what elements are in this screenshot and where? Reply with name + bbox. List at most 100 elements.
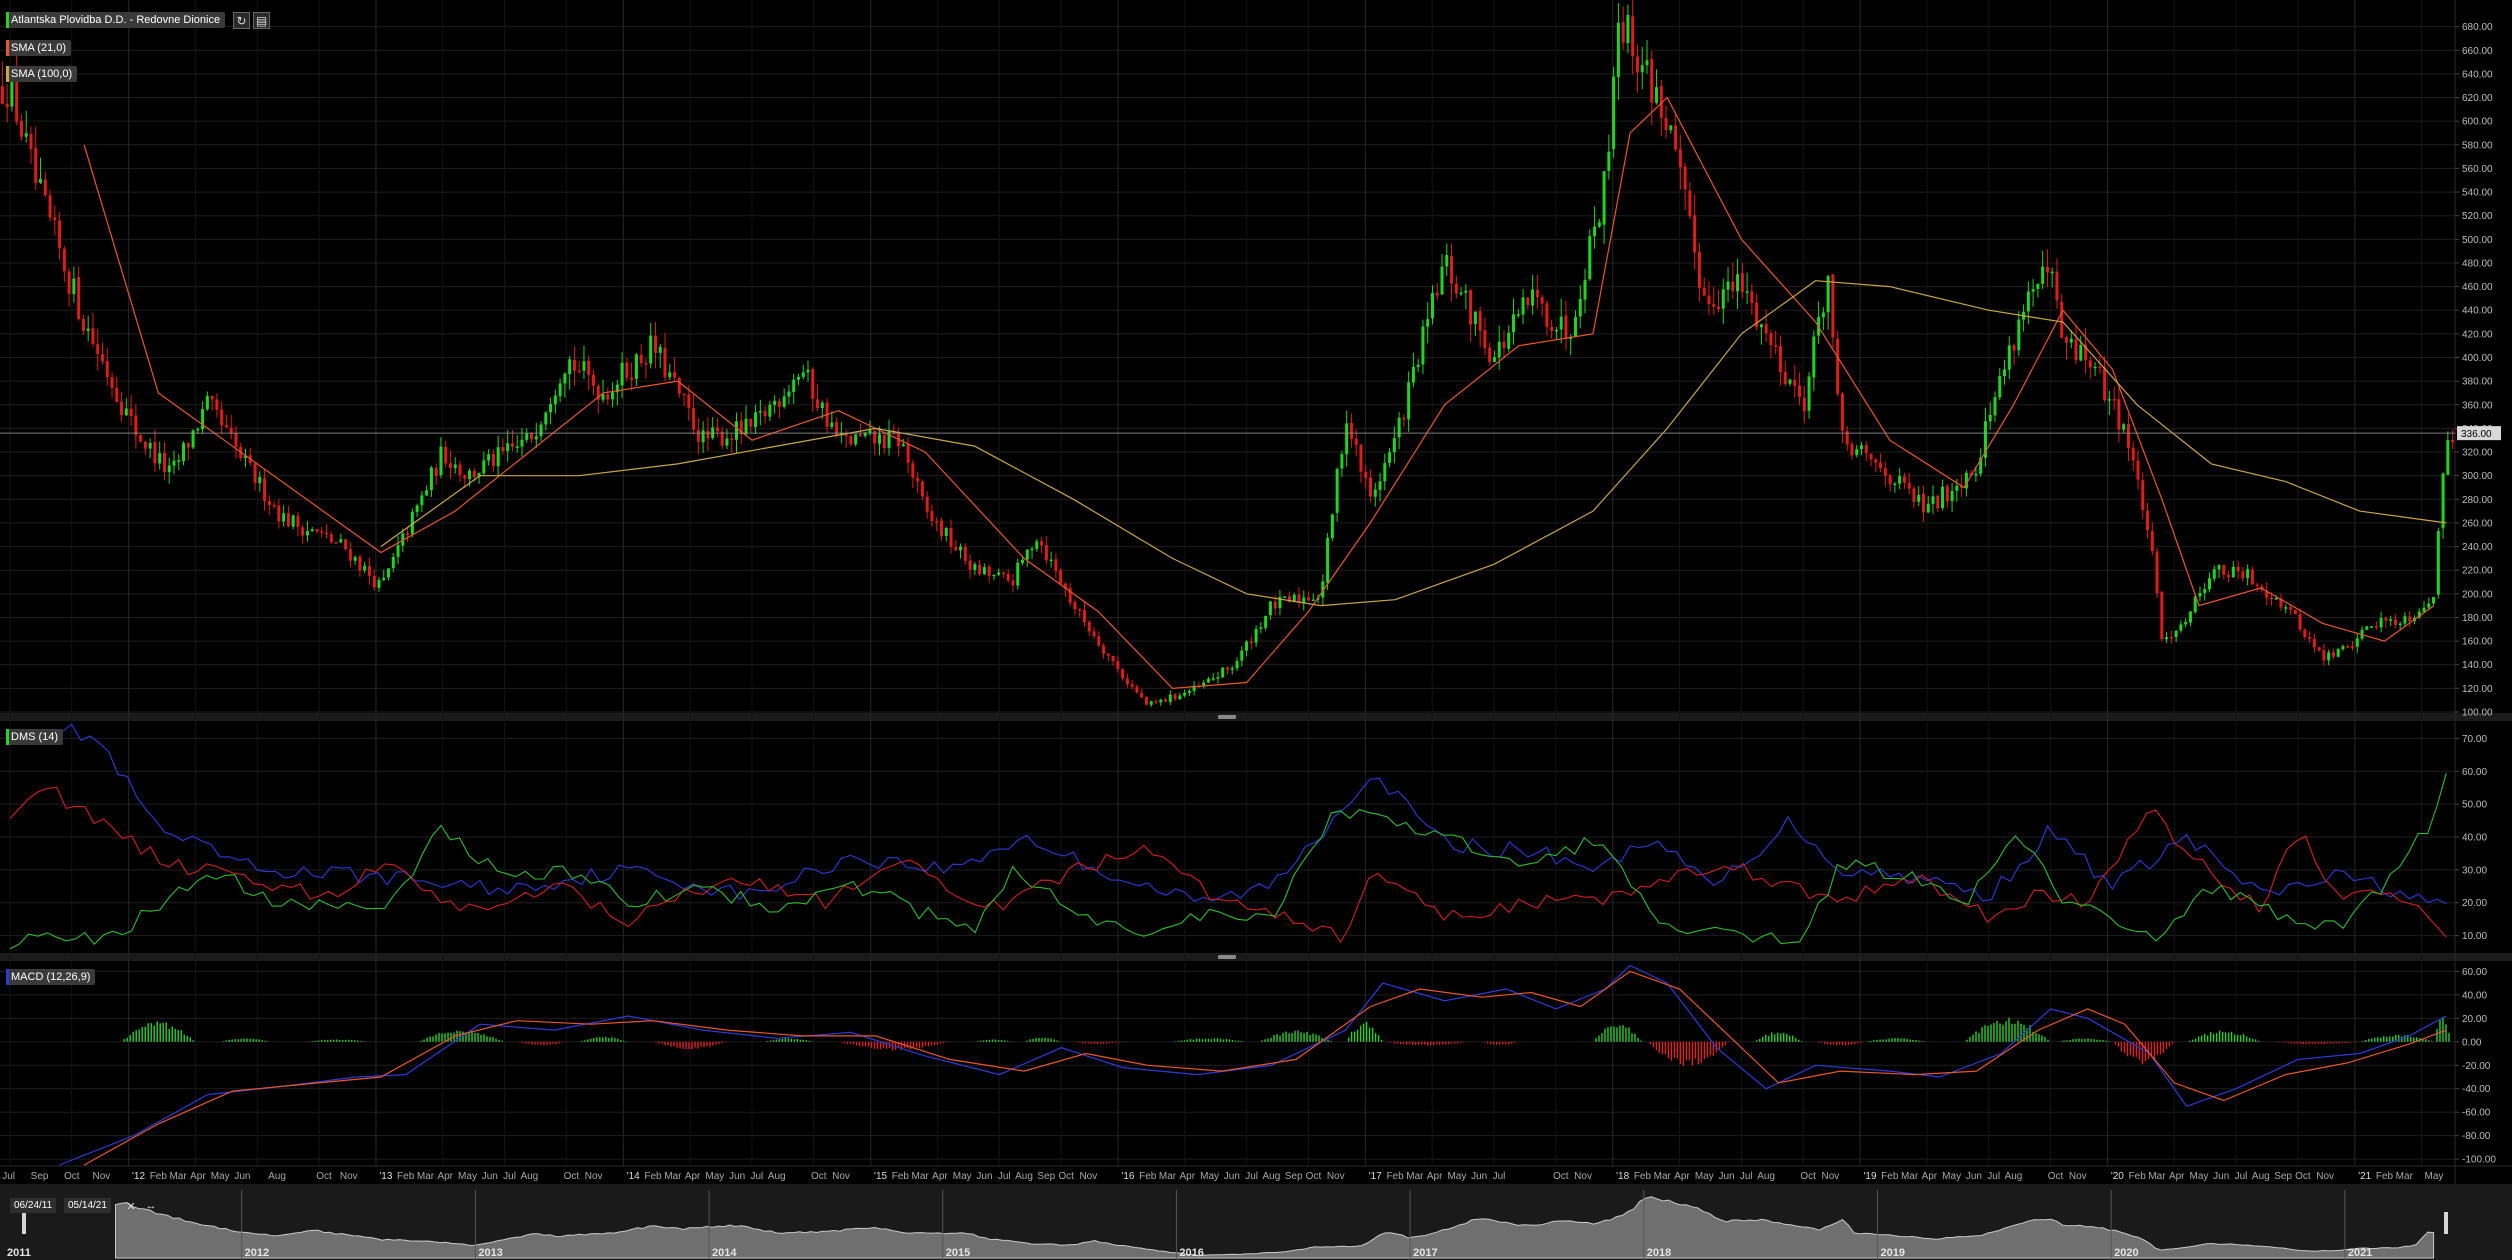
candle-body (272, 504, 276, 507)
candle-body (396, 545, 400, 557)
candle-body (1721, 289, 1725, 309)
candle-body (634, 354, 638, 379)
candle-body (1745, 291, 1749, 293)
candle-body (448, 463, 452, 468)
candle-body (1492, 357, 1496, 362)
y-tick-label: 480.00 (2462, 258, 2493, 269)
candle-body (811, 369, 815, 399)
candle-body (1531, 289, 1535, 306)
candle-body (2346, 646, 2350, 648)
candle-body (735, 421, 738, 440)
y-tick-label: 0.00 (2462, 1037, 2482, 1048)
candle-body (1736, 274, 1740, 292)
candle-body (582, 361, 586, 371)
candle-body (305, 531, 309, 536)
candle-body (1416, 364, 1420, 367)
candle-body (692, 408, 696, 430)
navigator-year-label: 2014 (712, 1247, 737, 1259)
y-tick-label: 280.00 (2462, 495, 2493, 506)
candle-body (1230, 668, 1234, 670)
candle-body (525, 433, 529, 440)
candle-body (62, 248, 66, 272)
navigator-to-date[interactable]: 05/14/21 (64, 1198, 111, 1213)
candle-body (458, 464, 462, 475)
candle-body (920, 481, 924, 497)
x-month-label: Apr (932, 1171, 948, 1182)
x-month-label: May (1447, 1171, 1466, 1182)
candle-body (2203, 589, 2207, 593)
candle-body (72, 278, 76, 295)
candle-body (2355, 638, 2359, 647)
candle-body (2198, 592, 2202, 597)
x-month-label: Jul (1493, 1171, 1506, 1182)
candle-body (1268, 601, 1272, 616)
candle-body (668, 372, 672, 378)
x-month-label: Feb (397, 1171, 415, 1182)
candle-body (1631, 16, 1635, 57)
candle-body (2031, 289, 2035, 292)
candle-body (182, 443, 186, 462)
candle-body (186, 443, 190, 448)
panel-separator (0, 713, 2512, 721)
candle-body (1111, 655, 1115, 662)
candle-body (258, 477, 262, 484)
candle-body (639, 354, 643, 364)
calendar-icon[interactable]: ▤ (253, 12, 270, 29)
candle-body (1245, 641, 1249, 651)
candle-body (2231, 566, 2235, 578)
candle-body (2060, 301, 2064, 338)
candle-body (992, 574, 996, 577)
y-tick-label: 440.00 (2462, 306, 2493, 317)
y-tick-label: 500.00 (2462, 235, 2493, 246)
candle-body (2255, 584, 2259, 587)
candle-body (968, 560, 972, 570)
candle-body (2217, 565, 2221, 570)
x-month-label: Apr (437, 1171, 453, 1182)
x-month-label: Aug (268, 1171, 286, 1182)
candle-body (1226, 667, 1229, 670)
candle-body (1001, 572, 1005, 574)
candle-body (587, 360, 591, 375)
instrument-title: Atlantska Plovidba D.D. - Redovne Dionic… (11, 14, 221, 26)
candle-body (2126, 424, 2130, 448)
candle-body (1221, 667, 1225, 678)
x-month-label: Aug (2252, 1171, 2270, 1182)
candle-body (730, 438, 734, 440)
candle-body (1411, 366, 1415, 383)
candle-body (1764, 324, 1768, 334)
candle-body (997, 572, 1001, 575)
candle-body (2403, 616, 2407, 624)
candle-body (1564, 315, 1568, 339)
x-month-label: Aug (768, 1171, 786, 1182)
x-month-label: Jun (2213, 1171, 2229, 1182)
x-month-label: Mar (169, 1171, 187, 1182)
candle-body (916, 477, 920, 482)
candle-body (2446, 440, 2450, 475)
candle-body (1178, 695, 1182, 700)
candle-body (1483, 330, 1487, 349)
candle-body (2384, 617, 2388, 621)
candle-body (715, 427, 719, 432)
candle-body (5, 103, 9, 108)
candle-body (1583, 279, 1587, 300)
navigator-expand-icon[interactable]: ↔ (144, 1199, 158, 1213)
candle-body (1016, 562, 1020, 586)
candle-body (2136, 460, 2140, 480)
candle-body (1254, 628, 1258, 643)
candle-body (277, 505, 281, 522)
y-tick-label: 640.00 (2462, 69, 2493, 80)
candle-body (2374, 626, 2378, 628)
candle-body (949, 528, 953, 547)
y-tick-label: 200.00 (2462, 589, 2493, 600)
candle-body (2007, 345, 2011, 370)
x-month-label: Apr (1180, 1171, 1196, 1182)
candle-body (701, 430, 705, 443)
candle-body (858, 434, 862, 437)
navigator-from-date[interactable]: 06/24/11 (10, 1198, 57, 1213)
candle-body (1402, 417, 1406, 420)
candle-body (1082, 609, 1086, 623)
refresh-icon[interactable]: ↻ (233, 12, 250, 29)
navigator-close-icon[interactable]: ✕ (124, 1199, 138, 1213)
candle-body (601, 394, 605, 400)
candle-body (1588, 236, 1592, 280)
